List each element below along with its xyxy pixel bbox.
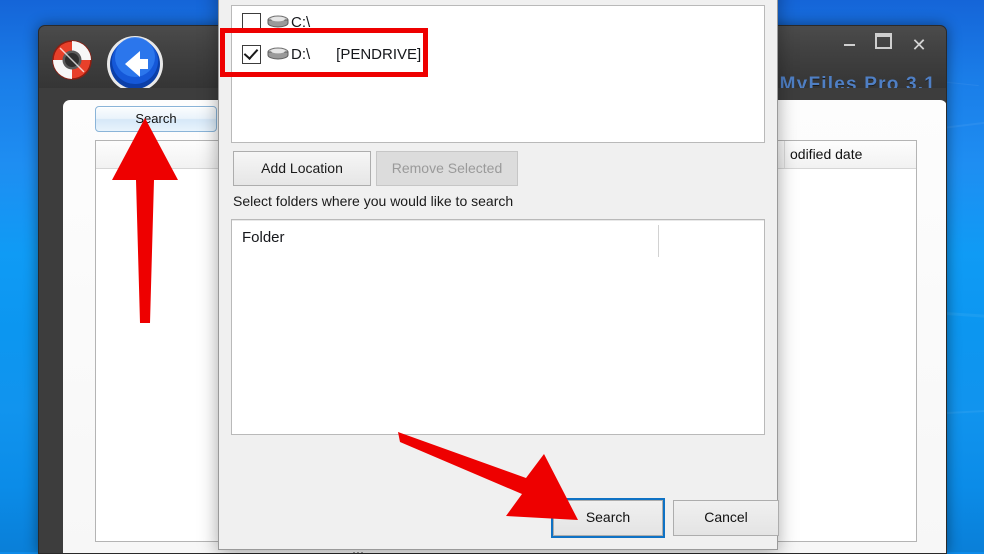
drive-letter: D:\ (291, 45, 311, 63)
drive-list-item[interactable]: C:\ (232, 6, 764, 38)
drive-checkbox-d[interactable] (242, 44, 261, 64)
remove-selected-button: Remove Selected (376, 151, 518, 186)
dialog-search-button[interactable]: Search (551, 498, 665, 538)
add-location-button[interactable]: Add Location (233, 151, 371, 186)
column-header-folder[interactable]: Folder (242, 229, 285, 246)
drive-list[interactable]: C:\ D:\ [PENDRIVE] (231, 5, 765, 143)
drive-letter: C:\ (291, 13, 311, 31)
lifebuoy-icon (52, 40, 92, 80)
maximize-button[interactable] (868, 32, 898, 58)
drive-list-item[interactable]: D:\ [PENDRIVE] (232, 38, 764, 70)
column-separator (784, 141, 785, 168)
main-search-button[interactable]: Search (95, 106, 217, 132)
folder-list-header (232, 220, 764, 221)
folder-column-separator (658, 225, 659, 257)
close-button[interactable]: ✕ (904, 32, 934, 58)
column-header-modified-date[interactable]: odified date (790, 146, 862, 162)
minimize-button[interactable] (834, 32, 864, 58)
folders-caption: Select folders where you would like to s… (233, 193, 514, 209)
drive-icon (267, 15, 289, 28)
dialog-cancel-button[interactable]: Cancel (673, 500, 779, 536)
drive-label: [PENDRIVE] (336, 45, 422, 63)
drive-checkbox-c[interactable] (242, 12, 261, 32)
search-locations-dialog: C:\ D:\ [PENDRIVE] Add Location Remove S… (218, 0, 779, 550)
folder-list[interactable]: Folder (231, 219, 765, 435)
drive-icon (267, 47, 289, 60)
